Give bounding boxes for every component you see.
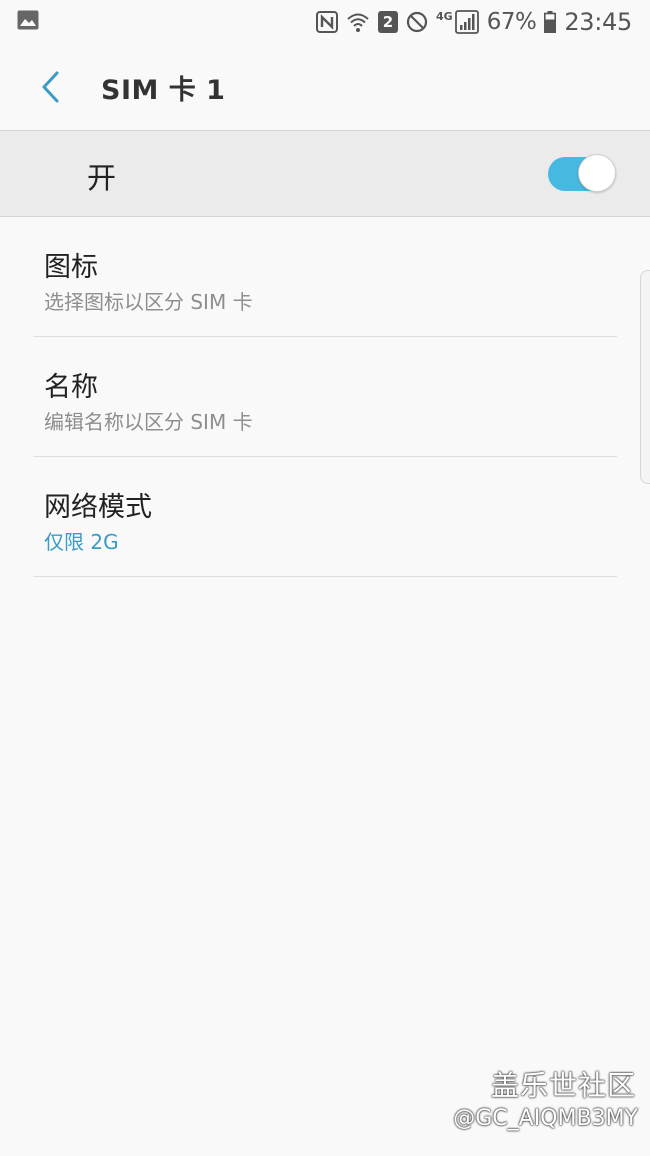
item-summary: 仅限 2G [44,530,119,554]
watermark-handle: @GC_AIQMB3MY [453,1106,638,1131]
network-type-label: 4G [436,9,453,23]
edge-panel-handle[interactable] [640,270,650,484]
item-title: 名称 [44,372,98,403]
item-title: 图标 [44,252,98,283]
chevron-left-icon [42,71,59,103]
item-title: 网络模式 [44,492,152,523]
watermark-title: 盖乐世社区 [490,1069,636,1102]
item-summary: 编辑名称以区分 SIM 卡 [44,410,253,434]
status-icons: 2 4G 67% 23:45 [316,6,632,38]
battery-percent: 67% [486,9,537,35]
settings-item-icon[interactable]: 图标 选择图标以区分 SIM 卡 [33,217,617,337]
back-button[interactable] [28,65,72,109]
nfc-icon [316,11,339,33]
clock: 23:45 [564,8,632,36]
signal-icon [454,10,479,34]
status-bar: 2 4G 67% 23:45 [0,0,650,44]
master-switch-label: 开 [87,161,117,195]
gallery-icon [17,10,39,30]
settings-item-name[interactable]: 名称 编辑名称以区分 SIM 卡 [33,337,617,457]
sim-badge-text: 2 [382,13,394,31]
do-not-disturb-icon [406,11,428,33]
toggle-thumb [578,154,616,192]
battery-icon [544,11,557,33]
wifi-icon [347,13,369,32]
settings-item-network-mode[interactable]: 网络模式 仅限 2G [33,457,617,577]
sim-master-switch-row[interactable]: 开 [0,130,650,217]
item-summary: 选择图标以区分 SIM 卡 [44,290,253,314]
app-bar: SIM 卡 1 [0,44,650,130]
page-title: SIM 卡 1 [101,75,226,106]
sim-enable-toggle[interactable] [548,153,616,193]
sim-badge: 2 [378,11,399,33]
settings-list: 图标 选择图标以区分 SIM 卡 名称 编辑名称以区分 SIM 卡 网络模式 仅… [0,217,650,577]
